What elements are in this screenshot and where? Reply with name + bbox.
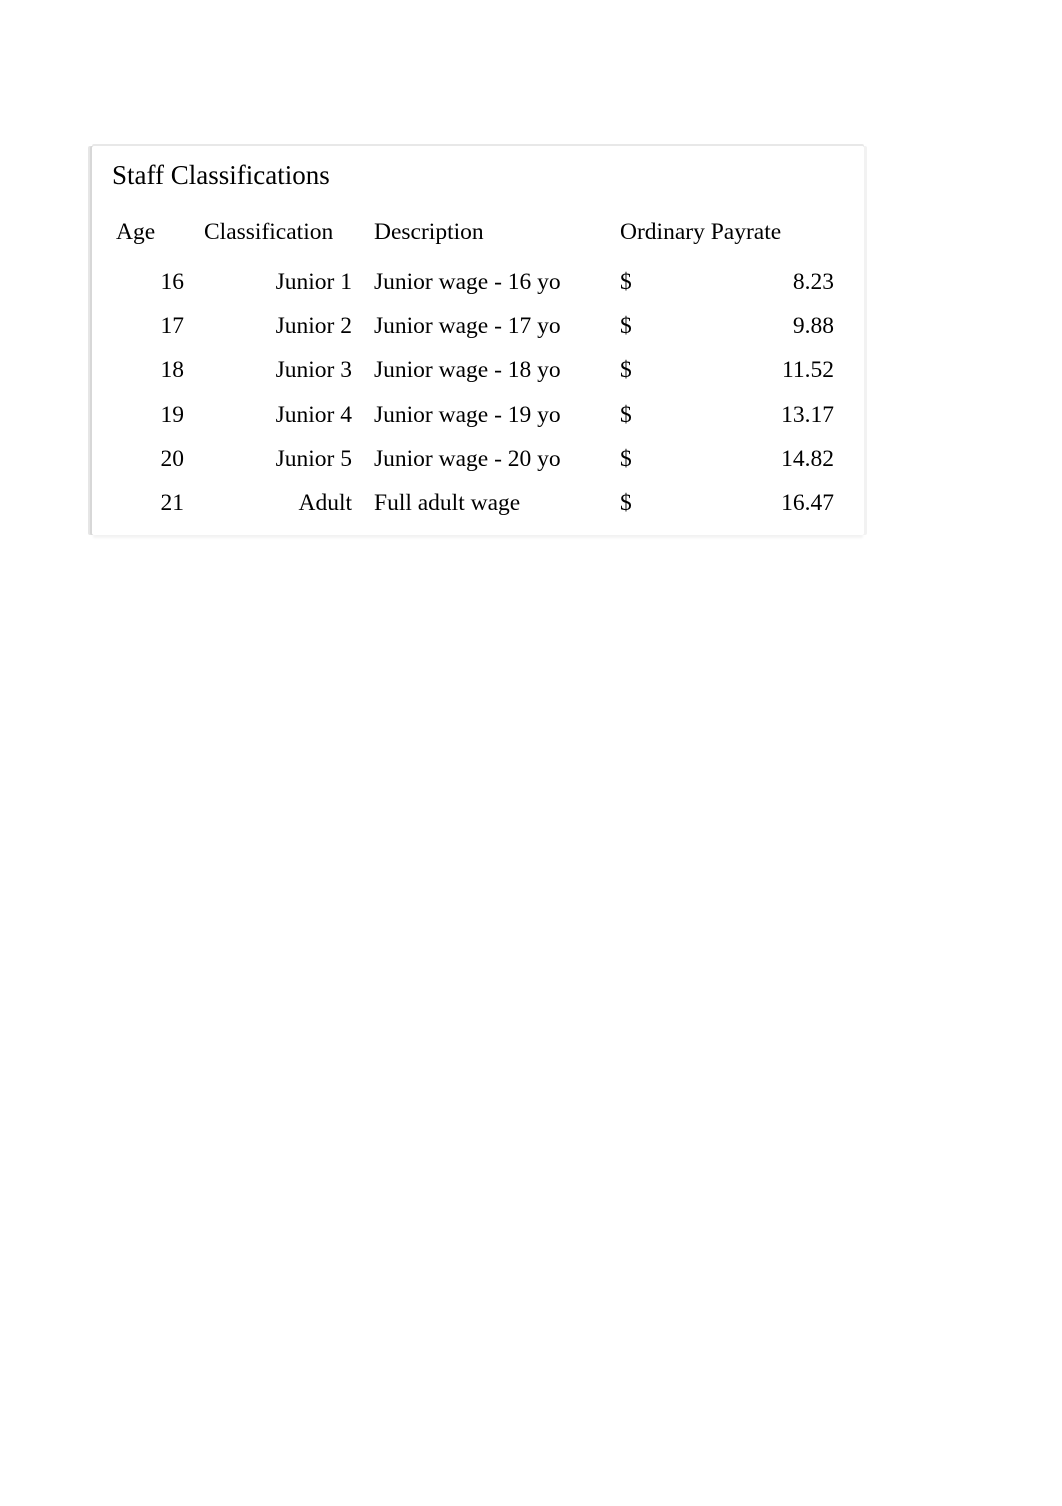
cell-classification: Junior 3 <box>204 348 374 392</box>
table-row: 21 Adult Full adult wage $ 16.47 <box>116 481 840 525</box>
column-header-age: Age <box>116 219 204 260</box>
cell-currency: $ <box>620 348 658 392</box>
classifications-table: Age Classification Description Ordinary … <box>116 219 840 525</box>
cell-currency: $ <box>620 393 658 437</box>
table-row: 20 Junior 5 Junior wage - 20 yo $ 14.82 <box>116 437 840 481</box>
cell-currency: $ <box>620 437 658 481</box>
cell-currency: $ <box>620 304 658 348</box>
cell-rate: 16.47 <box>658 481 840 525</box>
cell-description: Junior wage - 19 yo <box>374 393 620 437</box>
column-header-payrate: Ordinary Payrate <box>620 219 840 260</box>
cell-classification: Adult <box>204 481 374 525</box>
cell-age: 18 <box>116 348 204 392</box>
card-title: Staff Classifications <box>112 160 840 191</box>
cell-description: Full adult wage <box>374 481 620 525</box>
staff-classifications-card: Staff Classifications Age Classification… <box>92 146 864 535</box>
cell-description: Junior wage - 20 yo <box>374 437 620 481</box>
cell-classification: Junior 4 <box>204 393 374 437</box>
table-header: Age Classification Description Ordinary … <box>116 219 840 260</box>
cell-age: 21 <box>116 481 204 525</box>
cell-rate: 9.88 <box>658 304 840 348</box>
table-row: 18 Junior 3 Junior wage - 18 yo $ 11.52 <box>116 348 840 392</box>
cell-age: 16 <box>116 260 204 304</box>
cell-rate: 11.52 <box>658 348 840 392</box>
cell-age: 17 <box>116 304 204 348</box>
table-row: 19 Junior 4 Junior wage - 19 yo $ 13.17 <box>116 393 840 437</box>
table-row: 17 Junior 2 Junior wage - 17 yo $ 9.88 <box>116 304 840 348</box>
document-page: Staff Classifications Age Classification… <box>0 0 1062 1506</box>
cell-currency: $ <box>620 260 658 304</box>
cell-classification: Junior 2 <box>204 304 374 348</box>
cell-description: Junior wage - 16 yo <box>374 260 620 304</box>
cell-age: 20 <box>116 437 204 481</box>
column-header-description: Description <box>374 219 620 260</box>
cell-rate: 8.23 <box>658 260 840 304</box>
cell-classification: Junior 5 <box>204 437 374 481</box>
table-row: 16 Junior 1 Junior wage - 16 yo $ 8.23 <box>116 260 840 304</box>
cell-classification: Junior 1 <box>204 260 374 304</box>
cell-currency: $ <box>620 481 658 525</box>
cell-age: 19 <box>116 393 204 437</box>
table-body: 16 Junior 1 Junior wage - 16 yo $ 8.23 1… <box>116 260 840 525</box>
cell-rate: 13.17 <box>658 393 840 437</box>
table-header-row: Age Classification Description Ordinary … <box>116 219 840 260</box>
cell-description: Junior wage - 18 yo <box>374 348 620 392</box>
cell-rate: 14.82 <box>658 437 840 481</box>
cell-description: Junior wage - 17 yo <box>374 304 620 348</box>
column-header-classification: Classification <box>204 219 374 260</box>
